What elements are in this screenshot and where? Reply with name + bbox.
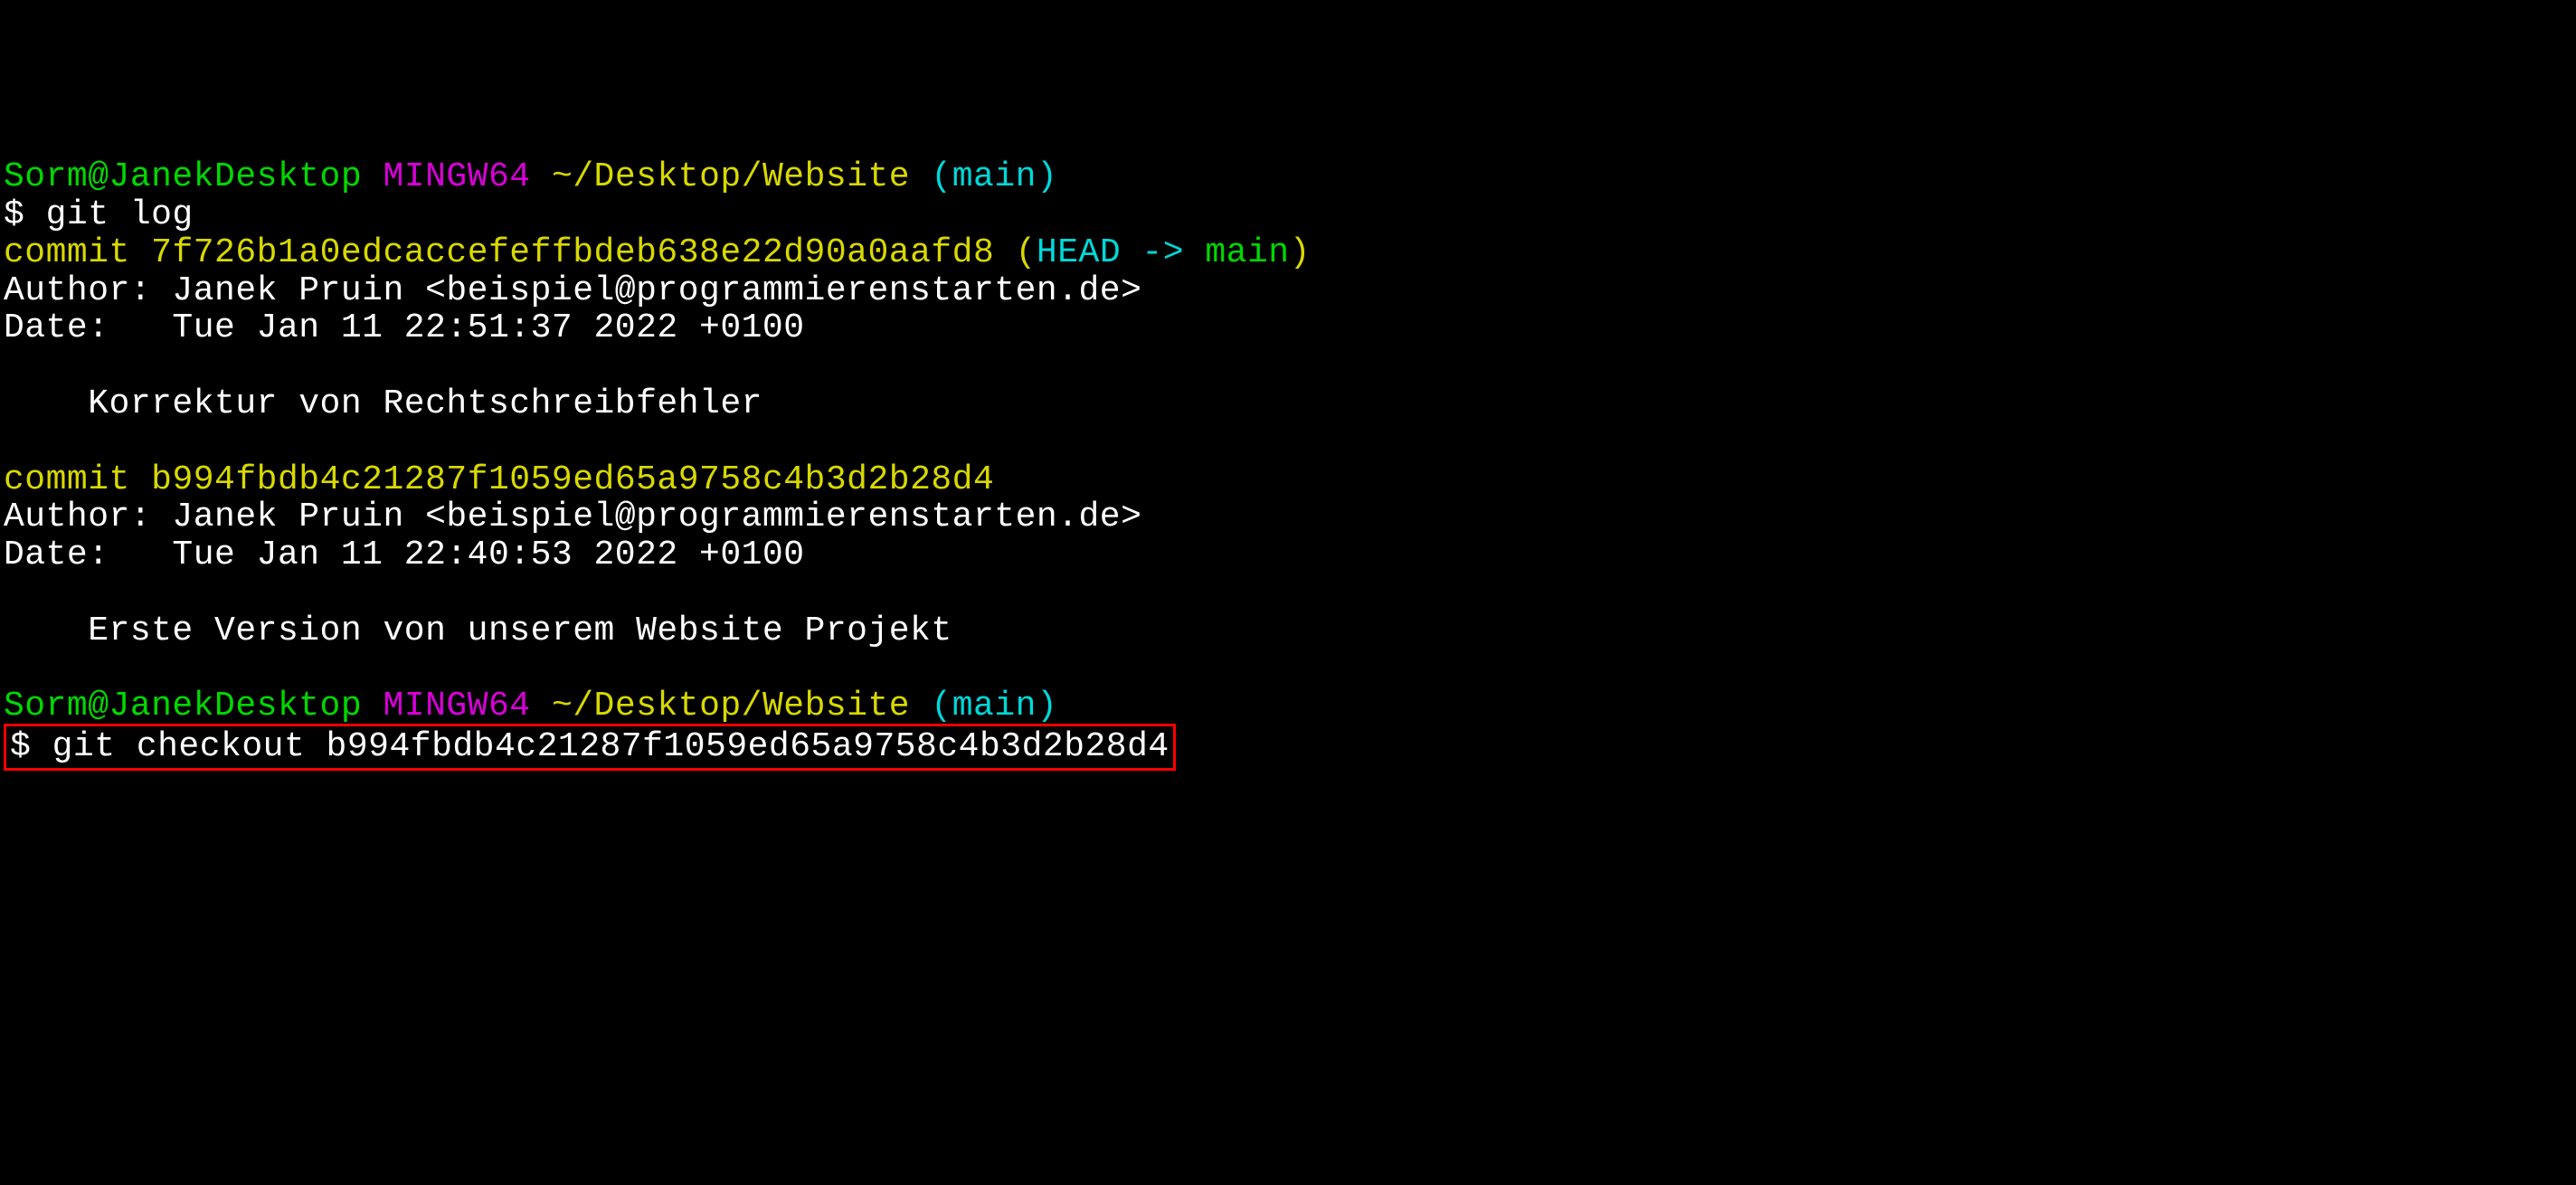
paren-open: ( [994, 233, 1037, 272]
head-pointer: HEAD -> [1037, 233, 1205, 272]
commit-label: commit [4, 233, 151, 272]
prompt-shell: MINGW64 [383, 687, 530, 725]
author-line: Author: Janek Pruin <beispiel@programmie… [4, 498, 1141, 536]
prompt-shell: MINGW64 [383, 157, 530, 196]
prompt-user-host: Sorm@JanekDesktop [4, 157, 362, 196]
date-line: Date: Tue Jan 11 22:51:37 2022 +0100 [4, 308, 805, 347]
date-line: Date: Tue Jan 11 22:40:53 2022 +0100 [4, 536, 805, 574]
highlighted-command: $ git checkout b994fbdb4c21287f1059ed65a… [4, 724, 1176, 771]
prompt-user-host: Sorm@JanekDesktop [4, 687, 362, 725]
command-text: git checkout b994fbdb4c21287f1059ed65a97… [52, 727, 1170, 766]
prompt-branch: (main) [931, 687, 1057, 725]
prompt-dollar: $ [10, 727, 52, 766]
prompt-path: ~/Desktop/Website [552, 687, 910, 725]
author-line: Author: Janek Pruin <beispiel@programmie… [4, 271, 1141, 310]
prompt-path: ~/Desktop/Website [552, 157, 910, 196]
command-text: git log [46, 195, 194, 234]
commit-message: Korrektur von Rechtschreibfehler [4, 384, 762, 423]
commit-label: commit [4, 460, 151, 499]
commit-message: Erste Version von unserem Website Projek… [4, 611, 952, 650]
prompt-branch: (main) [931, 157, 1057, 196]
branch-name: main [1205, 233, 1289, 272]
commit-hash: b994fbdb4c21287f1059ed65a9758c4b3d2b28d4 [151, 460, 994, 499]
terminal-output[interactable]: Sorm@JanekDesktop MINGW64 ~/Desktop/Webs… [4, 158, 2572, 771]
prompt-dollar: $ [4, 195, 46, 234]
paren-close: ) [1290, 233, 1311, 272]
commit-hash: 7f726b1a0edcaccefeffbdeb638e22d90a0aafd8 [151, 233, 994, 272]
